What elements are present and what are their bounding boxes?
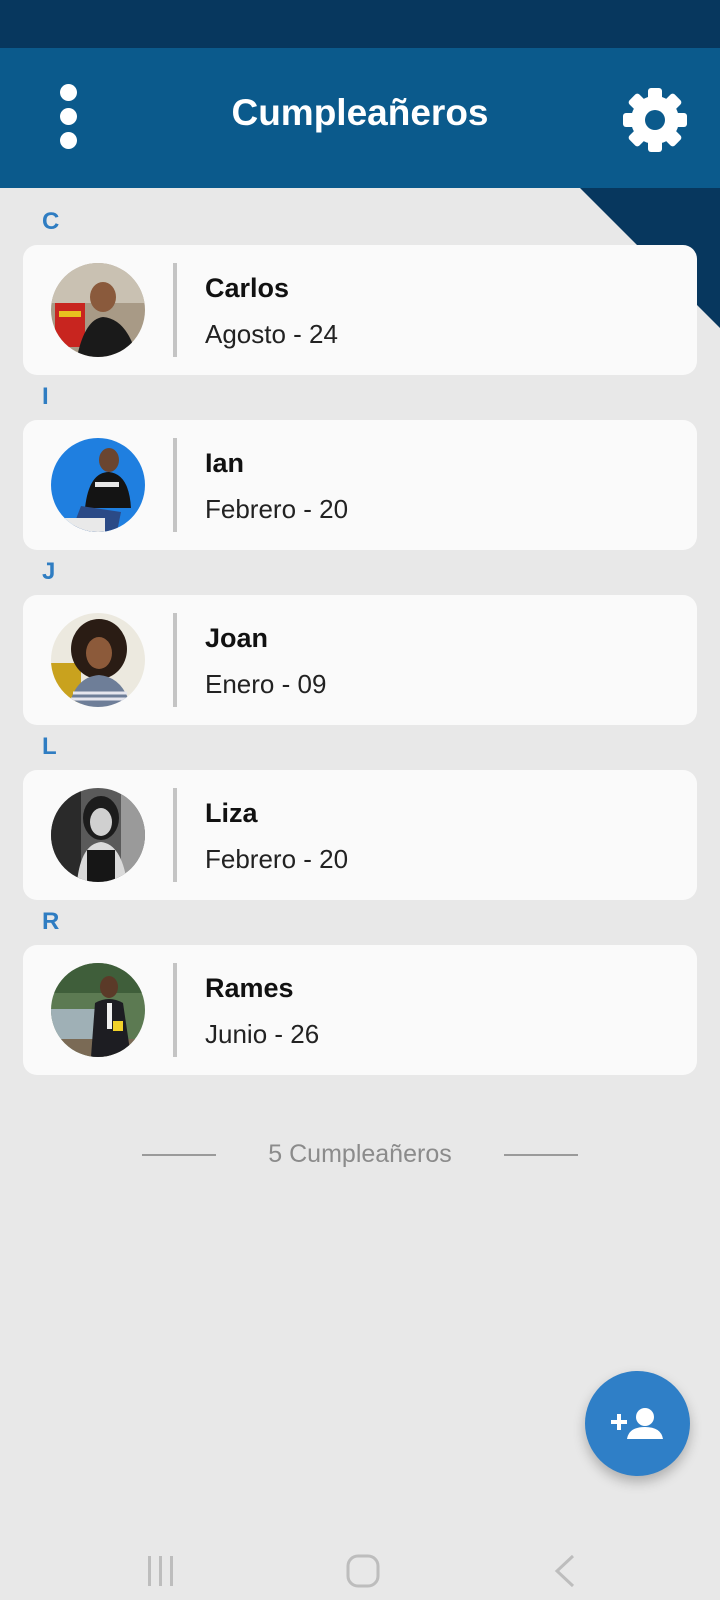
contact-name: Carlos bbox=[205, 273, 290, 303]
divider-line bbox=[504, 1154, 578, 1156]
page-title: Cumpleañeros bbox=[231, 92, 489, 133]
divider bbox=[173, 788, 177, 882]
contact-card-liza[interactable]: Liza Febrero - 20 bbox=[23, 770, 697, 900]
contact-name: Liza bbox=[205, 798, 258, 828]
avatar bbox=[51, 438, 145, 532]
add-person-icon bbox=[611, 1408, 663, 1439]
section-letter: I bbox=[42, 383, 49, 410]
home-icon[interactable] bbox=[346, 1554, 380, 1588]
divider bbox=[173, 263, 177, 357]
contact-name: Ian bbox=[205, 448, 245, 478]
contact-birthday: Agosto - 24 bbox=[205, 319, 338, 349]
contact-birthday: Junio - 26 bbox=[205, 1019, 320, 1049]
status-bar bbox=[0, 0, 720, 48]
back-icon[interactable] bbox=[553, 1554, 577, 1588]
section-letter: C bbox=[42, 208, 60, 235]
avatar bbox=[51, 263, 145, 357]
contact-card-rames[interactable]: Rames Junio - 26 bbox=[23, 945, 697, 1075]
section-letter: L bbox=[42, 733, 57, 760]
divider bbox=[173, 613, 177, 707]
contact-card-joan[interactable]: Joan Enero - 09 bbox=[23, 595, 697, 725]
divider bbox=[173, 963, 177, 1057]
section-letter: J bbox=[42, 558, 56, 585]
recent-apps-icon[interactable] bbox=[146, 1556, 176, 1586]
contact-name: Joan bbox=[205, 623, 269, 653]
section-letter: R bbox=[42, 908, 60, 935]
birthday-count: 5 Cumpleañeros bbox=[0, 1140, 720, 1170]
avatar bbox=[51, 963, 145, 1057]
contact-birthday: Febrero - 20 bbox=[205, 844, 349, 874]
birthday-count-label: 5 Cumpleañeros bbox=[268, 1140, 452, 1168]
add-person-button[interactable] bbox=[585, 1371, 690, 1476]
divider bbox=[173, 438, 177, 532]
avatar bbox=[51, 613, 145, 707]
system-navigation-bar bbox=[0, 1520, 720, 1600]
contact-card-carlos[interactable]: Carlos Agosto - 24 bbox=[23, 245, 697, 375]
gear-icon[interactable] bbox=[619, 84, 691, 156]
contact-name: Rames bbox=[205, 973, 294, 1003]
contact-card-ian[interactable]: Ian Febrero - 20 bbox=[23, 420, 697, 550]
avatar bbox=[51, 788, 145, 882]
contact-birthday: Enero - 09 bbox=[205, 669, 327, 699]
contact-birthday: Febrero - 20 bbox=[205, 494, 349, 524]
